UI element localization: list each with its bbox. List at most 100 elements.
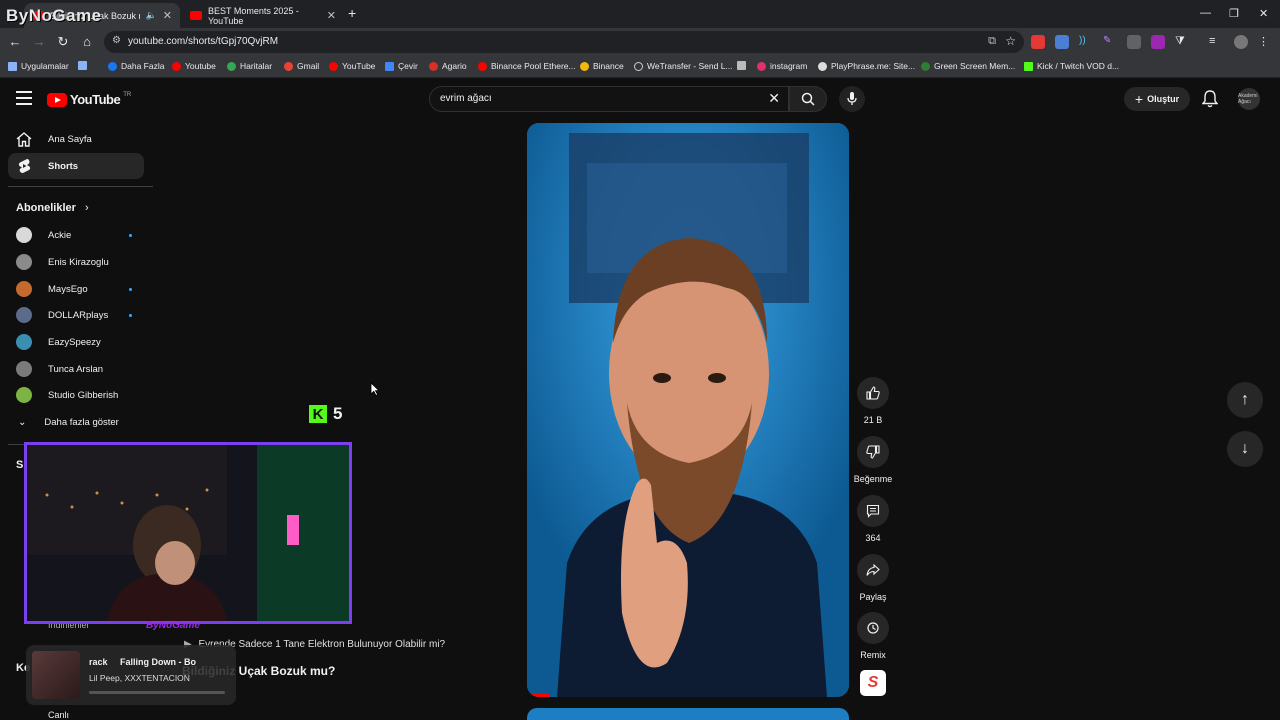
- sidebar-item-home[interactable]: Ana Sayfa: [8, 126, 144, 152]
- remix-button[interactable]: Remix: [853, 612, 893, 660]
- browser-menu-icon[interactable]: ⋮: [1258, 35, 1272, 49]
- twitch-extension-icon[interactable]: [1151, 35, 1165, 49]
- chevron-down-icon: ⌄: [18, 416, 27, 428]
- progress-bar[interactable]: [527, 694, 549, 697]
- close-tab-icon[interactable]: ✕: [327, 9, 336, 22]
- comments-button[interactable]: 364: [853, 495, 893, 543]
- voice-search-button[interactable]: [839, 86, 865, 112]
- profile-avatar-icon[interactable]: [1234, 35, 1248, 49]
- sidebar-item-label: Tunca Arslan: [48, 363, 104, 375]
- install-app-icon[interactable]: ⧉: [988, 35, 996, 48]
- tab-best-moments[interactable]: BEST Moments 2025 - YouTube ✕: [182, 3, 344, 28]
- arrow-up-icon: ↑: [1241, 391, 1249, 408]
- sidebar-item-tunca-arslan[interactable]: Tunca Arslan: [8, 356, 144, 382]
- forward-icon[interactable]: →: [31, 34, 47, 49]
- extension-new-icon[interactable]: [1031, 35, 1045, 49]
- bookmark-item[interactable]: Kick / Twitch VOD d...: [1024, 61, 1119, 71]
- search-button[interactable]: [789, 86, 827, 112]
- back-icon[interactable]: ←: [7, 34, 23, 49]
- next-short-preview[interactable]: [527, 708, 849, 720]
- subscriptions-header[interactable]: Abonelikler ›: [16, 202, 89, 214]
- like-count: 21 B: [863, 415, 883, 425]
- share-icon: [857, 554, 889, 586]
- channel-avatar: [16, 334, 32, 350]
- bookmark-star-icon[interactable]: ☆: [1005, 34, 1016, 48]
- bookmark-item[interactable]: Binance: [580, 61, 624, 71]
- bookmark-item[interactable]: PlayPhrase.me: Site...: [818, 61, 915, 71]
- mute-icon[interactable]: 🔈: [146, 10, 157, 21]
- now-playing-widget: rack Falling Down - Bo Lil Peep, XXXTENT…: [26, 645, 236, 705]
- previous-short-button[interactable]: ↑: [1227, 382, 1263, 418]
- bookmark-item[interactable]: Gmail: [284, 61, 319, 71]
- sidebar: Ana Sayfa Shorts Abonelikler › Ackie Eni…: [0, 122, 154, 720]
- home-browser-icon[interactable]: ⌂: [79, 34, 95, 49]
- sidebar-item-shorts[interactable]: Shorts: [8, 153, 144, 179]
- search-input[interactable]: evrim ağacı ✕: [429, 86, 789, 112]
- bookmark-item[interactable]: [78, 61, 87, 70]
- restore-icon[interactable]: ❐: [1229, 7, 1239, 20]
- remix-label: Remix: [860, 650, 886, 660]
- bookmark-item[interactable]: Green Screen Mem...: [921, 61, 1015, 71]
- audio-source-thumbnail[interactable]: S: [860, 670, 886, 696]
- dislike-button[interactable]: Beğenme: [853, 436, 893, 484]
- dislike-label: Beğenme: [853, 474, 893, 484]
- sidebar-item-label: Ackie: [48, 229, 72, 241]
- share-button[interactable]: Paylaş: [853, 554, 893, 602]
- like-button[interactable]: 21 B: [853, 377, 893, 425]
- sidebar-item-label: DOLLARplays: [48, 309, 109, 321]
- screenshot-extension-icon[interactable]: [1127, 35, 1141, 49]
- audio-extension-icon[interactable]: )): [1079, 35, 1093, 49]
- clear-search-icon[interactable]: ✕: [768, 90, 780, 107]
- sidebar-item-maysego[interactable]: MaysEgo: [8, 276, 144, 302]
- sidebar-item-enis-kirazoglu[interactable]: Enis Kirazoglu: [8, 249, 144, 275]
- sidebar-item-label: Shorts: [48, 160, 79, 172]
- new-tab-icon[interactable]: +: [348, 5, 356, 21]
- translate-extension-icon[interactable]: [1055, 35, 1069, 49]
- short-video-player[interactable]: [527, 123, 849, 697]
- sidebar-item-studio-gibberish[interactable]: Studio Gibberish: [8, 382, 144, 408]
- reload-icon[interactable]: ↻: [55, 34, 71, 50]
- minimize-icon[interactable]: —: [1200, 7, 1211, 19]
- close-tab-icon[interactable]: ✕: [163, 9, 172, 22]
- kick-viewer-badge: K 5: [309, 404, 342, 424]
- extensions-puzzle-icon[interactable]: ⧩: [1175, 35, 1189, 49]
- bookmark-label: Green Screen Mem...: [934, 61, 1016, 71]
- sidebar-item-ackie[interactable]: Ackie: [8, 222, 144, 248]
- youtube-logo[interactable]: YouTube TR: [47, 92, 131, 107]
- track-progress-bar: [89, 691, 225, 694]
- folder-icon: [737, 61, 746, 70]
- translate-icon: [385, 61, 394, 71]
- bookmark-label: instagram: [770, 61, 808, 71]
- bookmark-item[interactable]: Haritalar: [227, 61, 272, 71]
- chevron-right-icon: ›: [84, 202, 89, 214]
- sidebar-item-dollarplays[interactable]: DOLLARplays: [8, 302, 144, 328]
- media-queue-icon[interactable]: ≡: [1209, 35, 1223, 49]
- bookmark-item[interactable]: Youtube: [172, 61, 216, 71]
- pen-extension-icon[interactable]: ✎: [1103, 35, 1117, 49]
- bookmark-item[interactable]: Binance Pool Ethere...: [478, 61, 576, 71]
- comment-count: 364: [865, 533, 881, 543]
- agario-icon: [429, 61, 438, 71]
- sidebar-item-eazyspeezy[interactable]: EazySpeezy: [8, 329, 144, 355]
- sidebar-show-more[interactable]: ⌄ Daha fazla göster: [8, 409, 144, 435]
- youtube-icon: [329, 61, 338, 71]
- green-screen-icon: [921, 61, 930, 71]
- account-avatar[interactable]: Akademi Ağacı: [1238, 88, 1260, 110]
- create-button[interactable]: + Oluştur: [1124, 87, 1190, 111]
- bookmark-item[interactable]: WeTransfer - Send L...: [634, 61, 733, 71]
- bookmark-item[interactable]: Çevir: [385, 61, 418, 71]
- next-short-button[interactable]: ↓: [1227, 431, 1263, 467]
- hamburger-menu-icon[interactable]: [16, 91, 32, 105]
- site-info-icon[interactable]: ⚙: [112, 35, 121, 46]
- notifications-bell-icon[interactable]: [1201, 90, 1219, 113]
- address-bar[interactable]: ⚙ youtube.com/shorts/tGpj70QvjRM ⧉ ☆: [104, 31, 1024, 53]
- bookmark-item[interactable]: instagram: [757, 61, 807, 71]
- avatar-text: Akademi Ağacı: [1238, 93, 1258, 105]
- sidebar-item-live[interactable]: Canlı: [48, 710, 69, 720]
- bookmark-item[interactable]: Agario: [429, 61, 467, 71]
- bookmark-item[interactable]: YouTube: [329, 61, 375, 71]
- close-window-icon[interactable]: ✕: [1259, 7, 1268, 20]
- bookmark-apps[interactable]: Uygulamalar: [8, 61, 69, 71]
- bookmark-item[interactable]: Daha Fazla: [108, 61, 164, 71]
- bookmark-item[interactable]: [737, 61, 746, 70]
